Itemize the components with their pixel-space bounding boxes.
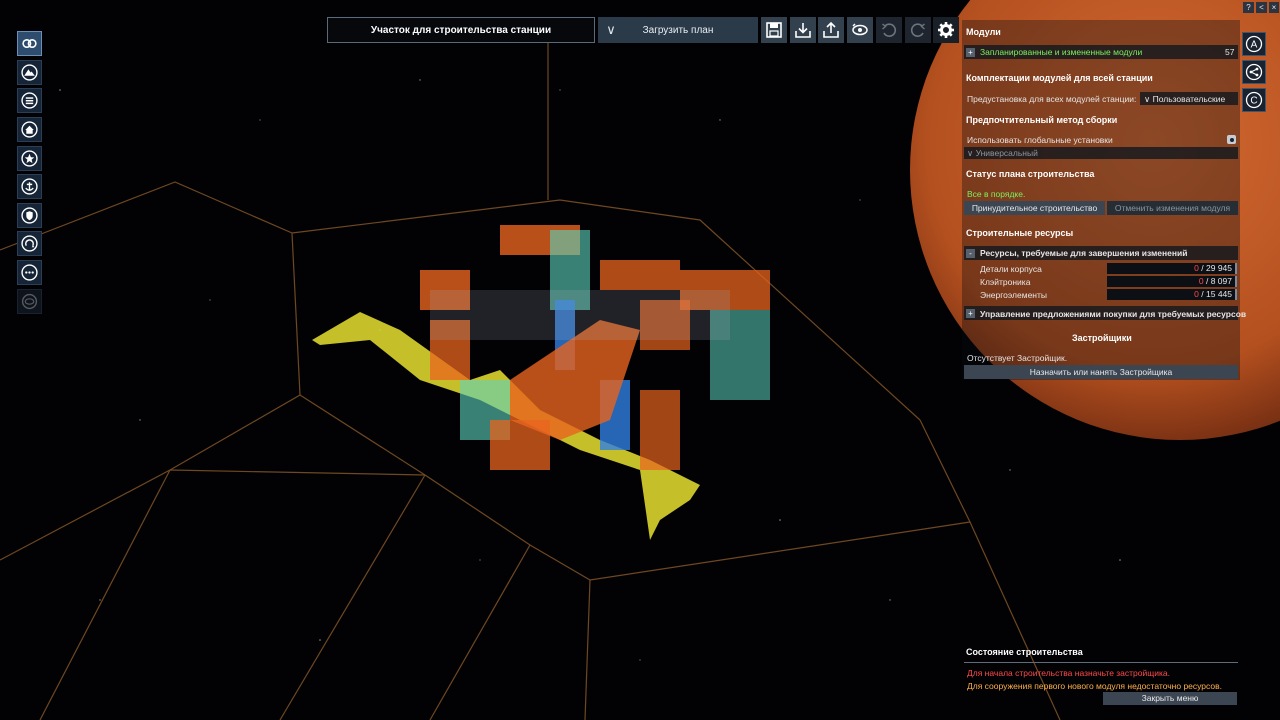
chevron-down-icon: ∨ xyxy=(1144,94,1153,104)
undo-icon xyxy=(882,23,897,37)
resource-have: 0 xyxy=(1198,276,1204,286)
status-ok: Все в порядке. xyxy=(967,189,1026,199)
collapse-resources-button[interactable]: - xyxy=(966,249,975,258)
list-icon xyxy=(21,92,38,109)
load-plan-label: Загрузить план xyxy=(642,24,714,36)
construction-state-title: Состояние строительства xyxy=(966,647,1083,657)
undo-button[interactable] xyxy=(876,17,902,43)
export-button[interactable] xyxy=(818,17,844,43)
resource-need: 8 097 xyxy=(1210,276,1232,286)
resource-have: 0 xyxy=(1194,289,1199,299)
more-button[interactable] xyxy=(17,260,42,285)
view-rotate-icon xyxy=(852,23,868,36)
side-button-a[interactable]: A xyxy=(1242,32,1266,56)
close-menu-button[interactable]: Закрыть меню xyxy=(1103,692,1237,705)
overview-button[interactable] xyxy=(17,31,42,56)
assign-builder-button[interactable]: Назначить или нанять Застройщика xyxy=(964,365,1238,379)
chevron-down-icon: ∨ xyxy=(606,22,616,37)
expand-offers-button[interactable]: + xyxy=(966,309,975,318)
more-icon xyxy=(21,264,38,281)
resource-amount-bar: 0 / 8 097 xyxy=(1107,276,1237,287)
resource-name: Детали корпуса xyxy=(980,264,1042,274)
home-icon xyxy=(21,121,38,138)
chevron-down-icon: ∨ xyxy=(967,148,976,158)
resource-have: 0 xyxy=(1194,263,1199,273)
anchor-icon xyxy=(21,178,38,195)
save-button[interactable] xyxy=(761,17,787,43)
side-button-share[interactable] xyxy=(1242,60,1266,84)
checkbox-dot xyxy=(1229,137,1234,142)
no-builder-text: Отсутствует Застройщик. xyxy=(967,353,1068,363)
letter-a-icon: A xyxy=(1245,35,1263,53)
station-modules xyxy=(312,225,770,540)
collapse-button[interactable]: × xyxy=(1269,2,1279,13)
save-icon xyxy=(766,22,782,38)
overview-icon xyxy=(22,38,37,49)
resource-need: 29 945 xyxy=(1206,263,1232,273)
kit-title: Комплектации модулей для всей станции xyxy=(966,73,1153,83)
share-icon xyxy=(1245,63,1263,81)
resources-title: Строительные ресурсы xyxy=(966,228,1074,238)
redo-button[interactable] xyxy=(905,17,931,43)
resource-amount-bar: 0 / 29 945 xyxy=(1107,263,1237,274)
cancel-changes-button[interactable]: Отменить изменения модуля xyxy=(1107,201,1238,215)
list-button[interactable] xyxy=(17,88,42,113)
settings-button[interactable] xyxy=(933,17,959,43)
docking-button[interactable] xyxy=(17,174,42,199)
redo-icon xyxy=(910,23,925,37)
warning-builder: Для начала строительства назначьте застр… xyxy=(967,668,1170,678)
shield-icon xyxy=(21,207,38,224)
resource-need: 15 445 xyxy=(1206,289,1232,299)
load-plan-dropdown[interactable]: ∨ Загрузить план xyxy=(598,17,758,43)
favorites-button[interactable] xyxy=(17,146,42,171)
upload-icon xyxy=(823,21,839,38)
disabled-button xyxy=(17,289,42,314)
view-rotate-button[interactable] xyxy=(847,17,873,43)
preset-value-text: Пользовательские xyxy=(1152,94,1226,104)
gear-icon xyxy=(938,22,954,38)
resources-required-label: Ресурсы, требуемые для завершения измене… xyxy=(980,248,1188,258)
method-title: Предпочтительный метод сборки xyxy=(966,115,1118,125)
method-value: ∨ Универсальный xyxy=(967,148,1038,159)
recycle-icon xyxy=(21,235,38,252)
station-site-title: Участок для строительства станции xyxy=(327,17,595,43)
letter-c-icon: C xyxy=(1245,91,1263,109)
warning-resources: Для сооружения первого нового модуля нед… xyxy=(967,681,1222,691)
side-button-c-label: C xyxy=(1250,96,1257,107)
planned-modules-count: 57 xyxy=(1225,47,1235,57)
preset-value: ∨ Пользовательские xyxy=(1144,94,1225,105)
resource-amount-bar: 0 / 15 445 xyxy=(1107,289,1237,300)
modules-title: Модули xyxy=(966,27,1001,37)
recycle-button[interactable] xyxy=(17,231,42,256)
download-icon xyxy=(795,23,811,38)
resource-name: Клэйтроника xyxy=(980,277,1031,287)
star-icon xyxy=(21,150,38,167)
use-global-checkbox[interactable] xyxy=(1227,135,1236,144)
home-button[interactable] xyxy=(17,117,42,142)
expand-planned-button[interactable]: + xyxy=(966,48,975,57)
help-button[interactable]: ? xyxy=(1243,2,1254,13)
status-title: Статус плана строительства xyxy=(966,169,1095,179)
preset-label: Предустановка для всех модулей станции: xyxy=(967,94,1137,104)
divider xyxy=(964,662,1238,663)
terrain-button[interactable] xyxy=(17,60,42,85)
defense-button[interactable] xyxy=(17,203,42,228)
method-value-text: Универсальный xyxy=(975,148,1038,158)
planned-modules-label: Запланированные и измененные модули xyxy=(980,47,1143,57)
builders-title: Застройщики xyxy=(1072,333,1132,343)
back-button[interactable]: < xyxy=(1256,2,1267,13)
resource-name: Энергоэлементы xyxy=(980,290,1048,300)
disabled-ring-icon xyxy=(21,293,38,310)
use-global-label: Использовать глобальные установки xyxy=(967,135,1113,145)
side-button-c[interactable]: C xyxy=(1242,88,1266,112)
force-build-button[interactable]: Принудительное строительство xyxy=(964,201,1105,215)
offers-label: Управление предложениями покупки для тре… xyxy=(980,309,1247,319)
mountain-icon xyxy=(21,64,38,81)
side-button-a-label: A xyxy=(1251,40,1258,51)
import-button[interactable] xyxy=(790,17,816,43)
